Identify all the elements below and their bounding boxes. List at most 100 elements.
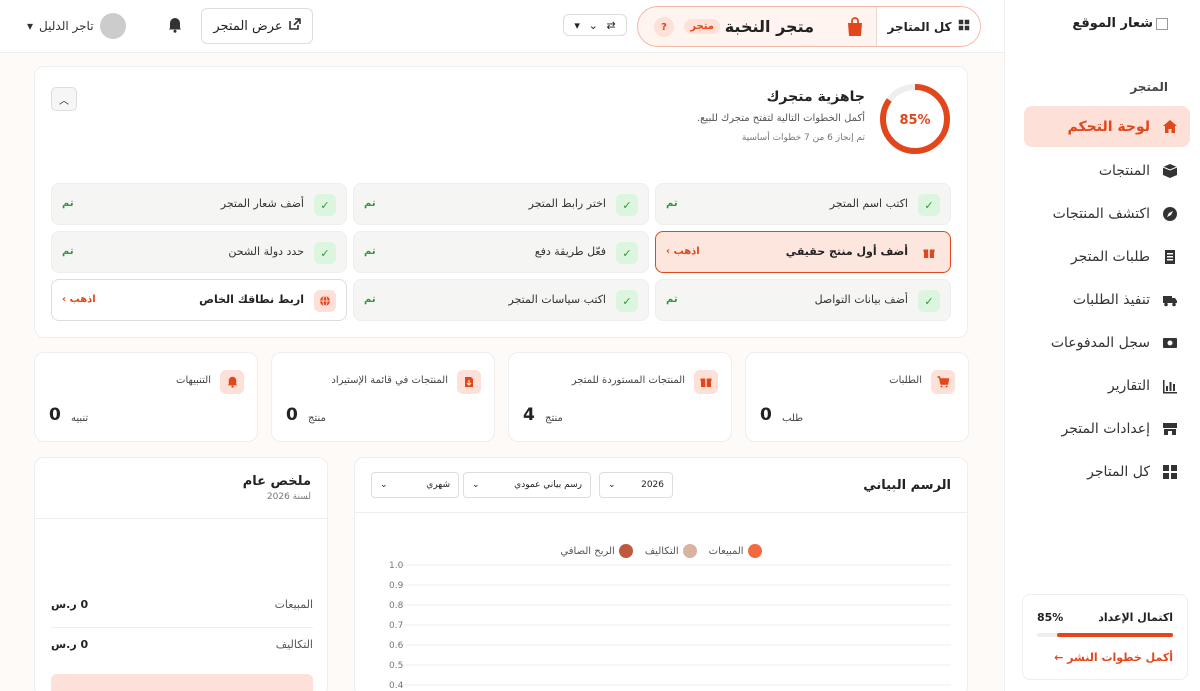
- cart-icon: [931, 370, 955, 394]
- caret-down-icon: ▾: [27, 19, 34, 33]
- step-first-product[interactable]: أضف أول منتج حقيقي اذهب ›: [655, 231, 951, 273]
- step-store-name[interactable]: ✓ اكتب اسم المتجر تم: [655, 183, 951, 225]
- view-store-button[interactable]: عرض المتجر: [201, 8, 313, 44]
- sidebar-item-store-orders[interactable]: طلبات المتجر: [1024, 235, 1190, 278]
- check-icon: ✓: [616, 290, 638, 312]
- summary-subtitle: لسنة 2026: [266, 492, 311, 502]
- stat-value: 4: [523, 405, 535, 425]
- chart-card: الرسم البياني 2026 ⌄ رسم بياني عمودي ⌄ ش…: [354, 457, 968, 691]
- sidebar-item-all-stores[interactable]: كل المتاجر: [1024, 450, 1190, 493]
- step-label: أضف أول منتج حقيقي: [785, 245, 908, 258]
- readiness-progress-ring: 85%: [880, 84, 950, 154]
- summary-row-costs: التكاليف 0 ر.س: [51, 638, 313, 668]
- money-icon: [1162, 335, 1178, 351]
- sidebar-item-label: تنفيذ الطلبات: [1072, 291, 1150, 308]
- sidebar-item-reports[interactable]: التقارير: [1024, 364, 1190, 407]
- shopping-bag-icon: [846, 17, 864, 37]
- swap-store-dropdown[interactable]: ⇄ ⌄ ▾: [563, 14, 627, 36]
- step-status: تم: [666, 198, 678, 209]
- swap-arrows-icon: ⇄: [606, 18, 616, 32]
- summary-action-button[interactable]: [51, 674, 313, 691]
- chart-title: الرسم البياني: [863, 478, 951, 493]
- sidebar-item-discover-products[interactable]: اكتشف المنتجات: [1024, 192, 1190, 235]
- step-custom-domain[interactable]: اربط نطاقك الخاص اذهب ›: [51, 279, 347, 321]
- readiness-progress-text: تم إنجاز 6 من 7 خطوات أساسية: [741, 133, 865, 143]
- stat-unit: منتج: [545, 413, 563, 424]
- help-icon[interactable]: ?: [654, 17, 674, 37]
- divider: [355, 512, 967, 513]
- step-store-logo[interactable]: ✓ أضف شعار المتجر تم: [51, 183, 347, 225]
- stat-card-import-list[interactable]: المنتجات في قائمة الإستيراد 0 منتج: [271, 352, 495, 442]
- period-select[interactable]: شهري ⌄: [371, 472, 459, 498]
- stat-card-imported-products[interactable]: المنتجات المستوردة للمتجر 4 منتج: [508, 352, 732, 442]
- step-shipping-country[interactable]: ✓ حدد دولة الشحن تم: [51, 231, 347, 273]
- chart-type-select[interactable]: رسم بياني عمودي ⌄: [463, 472, 591, 498]
- step-store-policies[interactable]: ✓ اكتب سياسات المتجر تم: [353, 279, 649, 321]
- check-icon: ✓: [616, 242, 638, 264]
- home-icon: [1162, 119, 1178, 135]
- grid-icon: [958, 19, 970, 34]
- divider: [35, 518, 327, 519]
- summary-row-label: المبيعات: [274, 598, 313, 611]
- notifications-bell-icon[interactable]: [168, 17, 182, 33]
- sidebar-item-payments-log[interactable]: سجل المدفوعات: [1024, 321, 1190, 364]
- store-switcher[interactable]: كل المتاجر متجر النخبة متجر ?: [637, 6, 981, 47]
- stat-label: الطلبات: [889, 375, 922, 386]
- setup-progress-fill: [1057, 633, 1173, 637]
- y-tick-label: 0.7: [389, 621, 403, 631]
- all-stores-label: كل المتاجر: [887, 19, 952, 34]
- all-stores-button[interactable]: كل المتاجر: [876, 7, 980, 46]
- step-status: تم: [62, 246, 74, 257]
- summary-row-value: 0 ر.س: [51, 638, 89, 651]
- file-import-icon: [457, 370, 481, 394]
- compass-icon: [1162, 206, 1178, 222]
- y-tick-label: 0.4: [389, 681, 404, 691]
- step-contact-info[interactable]: ✓ أضف بيانات التواصل تم: [655, 279, 951, 321]
- step-status: تم: [62, 198, 74, 209]
- sidebar-item-fulfillment[interactable]: تنفيذ الطلبات: [1024, 278, 1190, 321]
- setup-title: اكتمال الإعداد: [1098, 611, 1173, 624]
- period-value: شهري: [426, 480, 450, 490]
- sidebar-section-title: المتجر: [1130, 80, 1168, 94]
- step-payment-method[interactable]: ✓ فعّل طريقة دفع تم: [353, 231, 649, 273]
- step-go-link[interactable]: اذهب ›: [62, 294, 96, 305]
- sidebar-item-label: إعدادات المتجر: [1061, 420, 1150, 437]
- stat-card-notifications[interactable]: التنبيهات 0 تنبيه: [34, 352, 258, 442]
- gift-icon: [694, 370, 718, 394]
- sidebar-item-label: سجل المدفوعات: [1050, 334, 1150, 351]
- sidebar-item-store-settings[interactable]: إعدادات المتجر: [1024, 407, 1190, 450]
- site-logo[interactable]: شعار الموقع: [1072, 16, 1168, 31]
- step-label: أضف بيانات التواصل: [814, 293, 908, 306]
- summary-card: ملخص عام لسنة 2026 المبيعات 0 ر.س التكال…: [34, 457, 328, 691]
- summary-row-value: 0 ر.س: [51, 598, 89, 611]
- step-store-link[interactable]: ✓ اختر رابط المتجر تم: [353, 183, 649, 225]
- external-link-icon: [288, 18, 301, 34]
- chevron-down-icon: ⌄: [588, 18, 598, 32]
- stat-value: 0: [760, 405, 772, 425]
- gift-icon: [918, 242, 940, 264]
- summary-row-label: التكاليف: [275, 638, 313, 651]
- stat-card-orders[interactable]: الطلبات 0 طلب: [745, 352, 969, 442]
- summary-row-sales: المبيعات 0 ر.س: [51, 598, 313, 628]
- year-select[interactable]: 2026 ⌄: [599, 472, 673, 498]
- step-label: اختر رابط المتجر: [528, 197, 606, 210]
- chart-plot-area: 1.0 0.9 0.8 0.7 0.6 0.5 0.4: [389, 561, 951, 691]
- collapse-button[interactable]: ︿: [51, 87, 77, 111]
- box-icon: [1162, 163, 1178, 179]
- check-icon: ✓: [314, 194, 336, 216]
- complete-publish-steps-link[interactable]: أكمل خطوات النشر ←: [1054, 651, 1173, 664]
- top-bar: كل المتاجر متجر النخبة متجر ? ⇄ ⌄ ▾ عرض …: [0, 0, 1004, 53]
- receipt-icon: [1162, 249, 1178, 265]
- avatar: [99, 13, 126, 39]
- sidebar-item-dashboard[interactable]: لوحة التحكم: [1024, 106, 1190, 147]
- sidebar-item-label: المنتجات: [1098, 162, 1150, 179]
- step-go-link[interactable]: اذهب ›: [666, 246, 700, 257]
- check-icon: ✓: [616, 194, 638, 216]
- stat-unit: طلب: [782, 413, 804, 424]
- sidebar-item-products[interactable]: المنتجات: [1024, 149, 1190, 192]
- sidebar-item-label: طلبات المتجر: [1070, 248, 1150, 265]
- user-menu[interactable]: ▾ تاجر الدليل: [27, 12, 126, 40]
- stat-unit: تنبيه: [71, 413, 89, 424]
- y-tick-label: 0.8: [389, 601, 404, 611]
- step-status: تم: [364, 246, 376, 257]
